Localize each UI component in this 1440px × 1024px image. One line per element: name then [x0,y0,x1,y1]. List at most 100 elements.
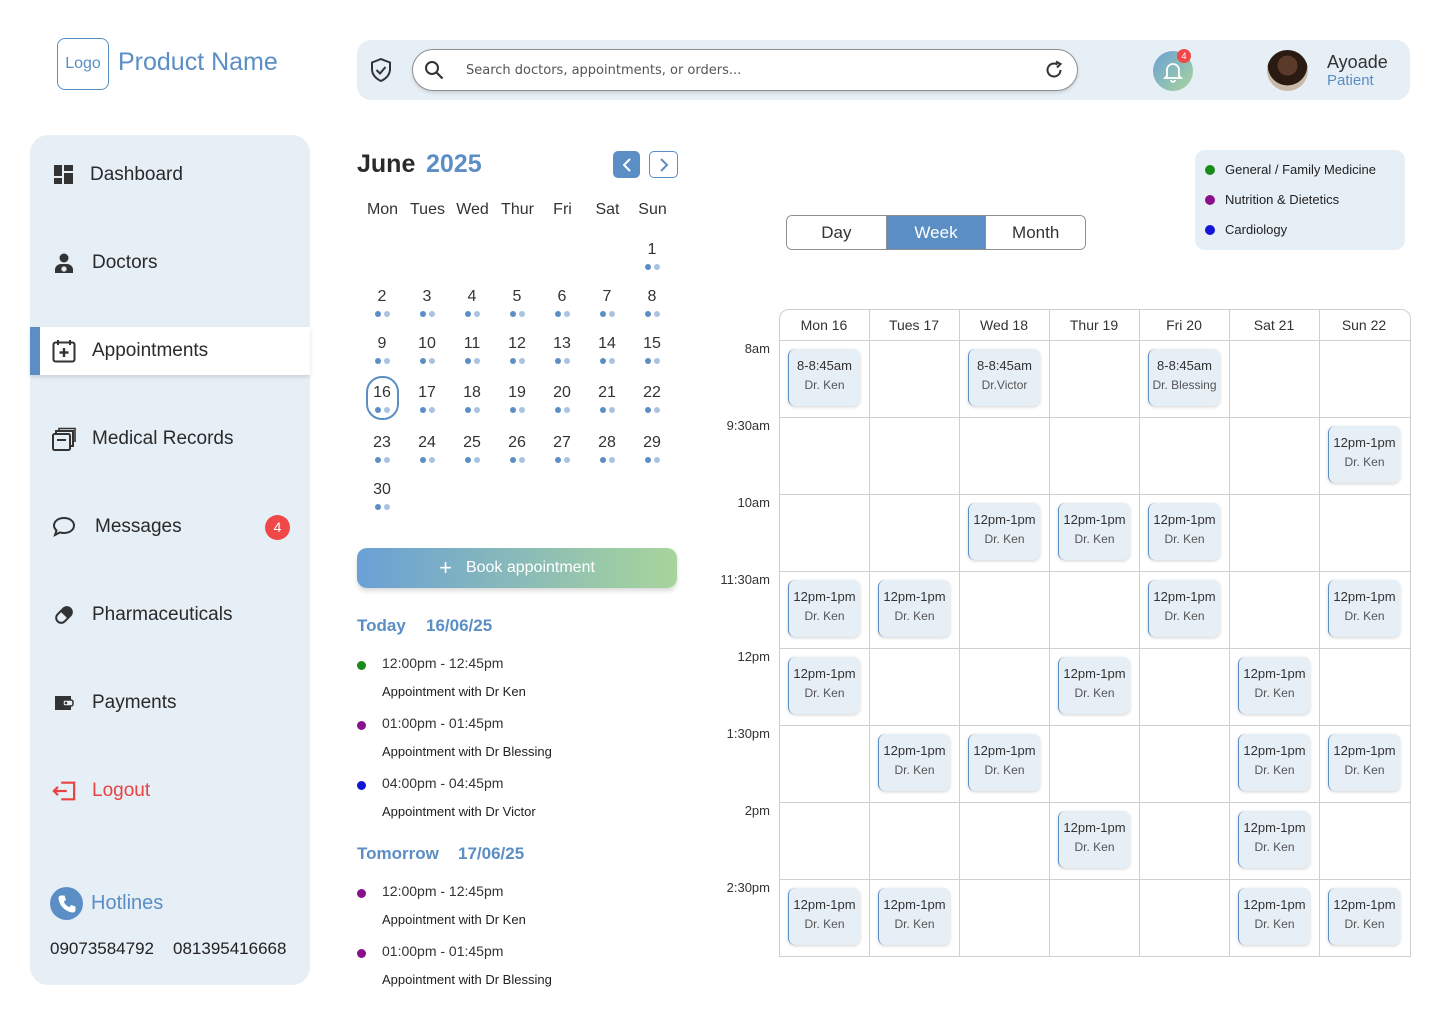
appointment-event[interactable]: 8-8:45am Dr. Ken [788,349,860,406]
calendar-next-button[interactable] [649,151,678,178]
appointment-event[interactable]: 12pm-1pm Dr. Ken [968,503,1040,560]
appointment-event[interactable]: 12pm-1pm Dr. Ken [1238,657,1310,714]
event-time: 12pm-1pm [1063,512,1126,527]
book-appointment-button[interactable]: + Book appointment [357,548,677,588]
calendar-day[interactable]: 2 [364,288,400,306]
appointment-event[interactable]: 12pm-1pm Dr. Ken [968,734,1040,791]
calendar-day[interactable]: 22 [634,384,670,402]
grid-row-line [779,648,1411,649]
calendar-day[interactable]: 30 [364,481,400,499]
appointment-event[interactable]: 8-8:45am Dr.Victor [968,349,1040,406]
appointment-event[interactable]: 12pm-1pm Dr. Ken [878,888,950,945]
sidebar-item-dashboard[interactable]: Dashboard [30,151,310,199]
sidebar-item-messages[interactable]: Messages 4 [30,503,310,551]
search-icon[interactable] [424,60,444,80]
selected-day-ring [366,376,399,420]
appointment-event[interactable]: 12pm-1pm Dr. Ken [1328,580,1400,637]
calendar-day[interactable]: 17 [409,384,445,402]
event-doctor: Dr. Ken [1254,840,1295,854]
calendar-day[interactable]: 4 [454,288,490,306]
calendar-day[interactable]: 11 [454,335,490,353]
appointment-event[interactable]: 12pm-1pm Dr. Ken [1058,503,1130,560]
calendar-day[interactable]: 14 [589,335,625,353]
sidebar-item-label: Dashboard [90,164,183,185]
agenda-description[interactable]: Appointment with Dr Victor [382,804,536,819]
appointment-event[interactable]: 12pm-1pm Dr. Ken [788,888,860,945]
appointment-event[interactable]: 12pm-1pm Dr. Ken [1058,657,1130,714]
sidebar-item-appointments[interactable]: Appointments [30,327,310,375]
calendar-month: June [357,150,416,178]
calendar-day[interactable]: 24 [409,434,445,452]
appointment-event[interactable]: 12pm-1pm Dr. Ken [788,580,860,637]
shield-icon [371,58,391,82]
appointment-event[interactable]: 12pm-1pm Dr. Ken [1148,580,1220,637]
legend-label: General / Family Medicine [1225,162,1376,177]
calendar-day[interactable]: 21 [589,384,625,402]
phone-icon[interactable] [50,887,83,920]
view-week-button[interactable]: Week [885,216,986,249]
agenda-description[interactable]: Appointment with Dr Blessing [382,744,552,759]
calendar-day[interactable]: 6 [544,288,580,306]
calendar-day[interactable]: 18 [454,384,490,402]
appointment-event[interactable]: 12pm-1pm Dr. Ken [1328,426,1400,483]
appointment-event[interactable]: 12pm-1pm Dr. Ken [1238,888,1310,945]
calendar-day[interactable]: 27 [544,434,580,452]
calendar-prev-button[interactable] [613,151,640,178]
appointment-event[interactable]: 12pm-1pm Dr. Ken [1148,503,1220,560]
avatar[interactable] [1267,50,1308,91]
appointment-event[interactable]: 12pm-1pm Dr. Ken [1328,734,1400,791]
agenda-description[interactable]: Appointment with Dr Ken [382,912,526,927]
calendar-day[interactable]: 9 [364,335,400,353]
day-dots [597,311,617,317]
search-input[interactable] [466,58,1026,82]
agenda-dot [357,949,366,958]
calendar-day[interactable]: 12 [499,335,535,353]
appointment-event[interactable]: 12pm-1pm Dr. Ken [1328,888,1400,945]
sidebar-item-medical-records[interactable]: Medical Records [30,415,310,463]
calendar-day[interactable]: 20 [544,384,580,402]
grid-row-line [779,802,1411,803]
user-role: Patient [1327,72,1374,89]
view-month-button[interactable]: Month [985,216,1085,249]
calendar-day[interactable]: 25 [454,434,490,452]
appointment-event[interactable]: 12pm-1pm Dr. Ken [878,580,950,637]
calendar-day[interactable]: 3 [409,288,445,306]
event-doctor: Dr. Ken [804,609,845,623]
calendar-day[interactable]: 29 [634,434,670,452]
refresh-icon[interactable] [1044,60,1064,80]
hotline-number[interactable]: 081395416668 [173,939,286,959]
appointment-event[interactable]: 8-8:45am Dr. Blessing [1148,349,1220,406]
appointment-event[interactable]: 12pm-1pm Dr. Ken [1238,734,1310,791]
calendar-day[interactable]: 13 [544,335,580,353]
day-dots [552,457,572,463]
day-dots [417,407,437,413]
calendar-day[interactable]: 10 [409,335,445,353]
calendar-day[interactable]: 8 [634,288,670,306]
hotline-number[interactable]: 09073584792 [50,939,154,959]
logo[interactable]: Logo [57,38,109,90]
appointment-event[interactable]: 12pm-1pm Dr. Ken [788,657,860,714]
sidebar-item-pharmaceuticals[interactable]: Pharmaceuticals [30,591,310,639]
calendar-day[interactable]: 19 [499,384,535,402]
event-time: 8-8:45am [1157,358,1212,373]
appointment-event[interactable]: 12pm-1pm Dr. Ken [1058,811,1130,868]
calendar-day[interactable]: 1 [634,241,670,259]
time-label: 9:30am [726,418,770,433]
calendar-day[interactable]: 7 [589,288,625,306]
calendar-day[interactable]: 23 [364,434,400,452]
appointment-event[interactable]: 12pm-1pm Dr. Ken [1238,811,1310,868]
sidebar-item-payments[interactable]: Payments [30,679,310,727]
agenda-time: 12:00pm - 12:45pm [382,883,504,899]
calendar-day[interactable]: 26 [499,434,535,452]
calendar-day[interactable]: 15 [634,335,670,353]
event-doctor: Dr. Ken [1164,532,1205,546]
agenda-description[interactable]: Appointment with Dr Ken [382,684,526,699]
sidebar-item-doctors[interactable]: Doctors [30,239,310,287]
agenda-description[interactable]: Appointment with Dr Blessing [382,972,552,987]
appointment-event[interactable]: 12pm-1pm Dr. Ken [878,734,950,791]
event-time: 12pm-1pm [1153,589,1216,604]
sidebar-item-logout[interactable]: Logout [30,767,310,815]
calendar-day[interactable]: 28 [589,434,625,452]
calendar-day[interactable]: 5 [499,288,535,306]
view-day-button[interactable]: Day [787,216,886,249]
